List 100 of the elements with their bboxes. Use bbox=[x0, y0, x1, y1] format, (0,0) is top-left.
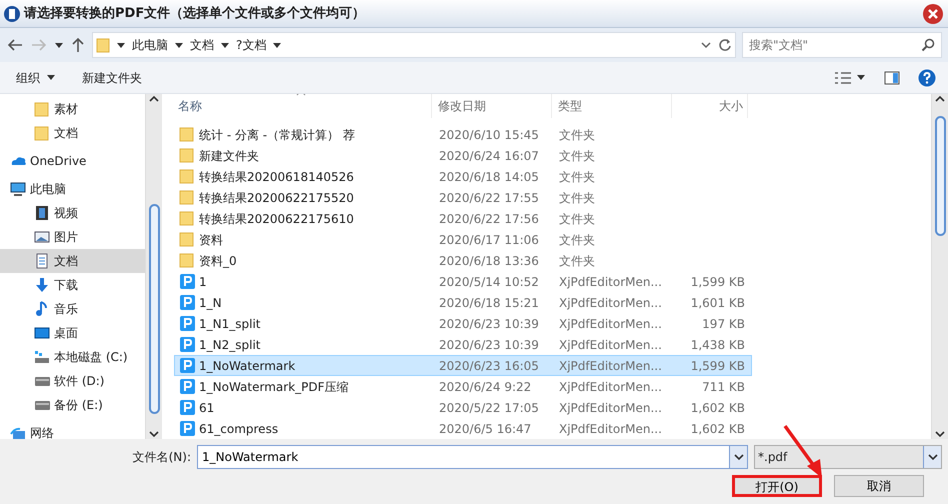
file-row[interactable]: 61_compress 2020/6/5 16:47 XjPdfEditorMen... 1,602 KB bbox=[174, 418, 752, 439]
file-row[interactable]: 转换结果20200622175520 2020/6/22 17:55 文件夹 bbox=[174, 187, 752, 208]
chevron-down-icon[interactable] bbox=[700, 40, 712, 50]
nav-item[interactable]: 软件 (D:) bbox=[0, 369, 145, 393]
folder-icon bbox=[179, 168, 196, 185]
nav-item[interactable]: 网络 bbox=[0, 421, 145, 439]
file-type: 文件夹 bbox=[558, 190, 596, 206]
chevron-up-icon bbox=[935, 94, 945, 104]
file-type-dropdown[interactable]: *.pdf bbox=[754, 445, 942, 469]
nav-item[interactable]: 文档 bbox=[0, 249, 145, 273]
drive-icon bbox=[34, 348, 51, 366]
file-row[interactable]: 资料_0 2020/6/18 13:36 文件夹 bbox=[174, 250, 752, 271]
nav-item[interactable]: 下载 bbox=[0, 273, 145, 297]
modified-date: 2020/6/24 9:22 bbox=[438, 378, 532, 396]
caret-icon[interactable] bbox=[220, 40, 230, 50]
column-header[interactable]: 类型 bbox=[552, 94, 672, 118]
caret-icon[interactable] bbox=[174, 40, 184, 50]
nav-item[interactable]: 图片 bbox=[0, 225, 145, 249]
details-view-icon[interactable] bbox=[834, 70, 852, 84]
nav-item[interactable]: 视频 bbox=[0, 201, 145, 225]
scroll-bar[interactable] bbox=[931, 94, 948, 439]
file-row[interactable]: 1_N1_split 2020/6/23 10:39 XjPdfEditorMen... 197 KB bbox=[174, 313, 752, 334]
file-name: 1_N bbox=[199, 294, 222, 312]
folder-icon bbox=[34, 100, 51, 118]
nav-item[interactable]: 桌面 bbox=[0, 321, 145, 345]
path-segment[interactable]: 此电脑 bbox=[132, 36, 168, 54]
modified-date: 2020/6/17 11:06 bbox=[438, 232, 540, 248]
column-header[interactable]: 大小 bbox=[672, 94, 748, 118]
pdf-file-icon bbox=[179, 336, 196, 353]
help-icon[interactable] bbox=[918, 68, 936, 86]
pdf-file-icon bbox=[179, 378, 196, 395]
file-row[interactable]: 转换结果20200622175610 2020/6/22 17:56 文件夹 bbox=[174, 208, 752, 229]
scroll-bar[interactable] bbox=[145, 94, 162, 439]
file-size: 1,601 KB bbox=[690, 296, 745, 310]
file-type: XjPdfEditorMen... bbox=[558, 400, 663, 416]
file-type: XjPdfEditorMen... bbox=[558, 274, 663, 290]
modified-date: 2020/6/24 16:07 bbox=[438, 148, 540, 164]
caret-icon[interactable] bbox=[272, 40, 282, 50]
file-row[interactable]: 新建文件夹 2020/6/24 16:07 文件夹 bbox=[174, 145, 752, 166]
search-icon bbox=[921, 38, 935, 52]
address-bar[interactable]: 此电脑 文档 ?文档 bbox=[92, 32, 736, 58]
nav-item[interactable]: 素材 bbox=[0, 97, 145, 121]
file-name: 1_NoWatermark bbox=[199, 358, 296, 374]
organize-menu[interactable]: 组织 bbox=[12, 66, 60, 88]
file-type: XjPdfEditorMen... bbox=[558, 420, 663, 438]
search-box[interactable]: 搜索"文档" bbox=[742, 32, 942, 58]
open-button[interactable]: 打开(O) bbox=[732, 475, 822, 497]
file-row[interactable]: 1_NoWatermark_PDF压缩 2020/6/24 9:22 XjPdfEditorMen... 711 KB bbox=[174, 376, 752, 397]
up-arrow-icon[interactable] bbox=[70, 37, 86, 53]
nav-item[interactable]: 此电脑 bbox=[0, 177, 145, 201]
window-title: 请选择要转换的PDF文件（选择单个文件或多个文件均可） bbox=[24, 4, 366, 23]
modified-date: 2020/6/23 10:39 bbox=[438, 336, 540, 354]
folder-icon bbox=[179, 252, 196, 269]
scroll-thumb[interactable] bbox=[148, 204, 160, 414]
file-type: XjPdfEditorMen... bbox=[558, 358, 663, 374]
column-header[interactable]: 修改日期 bbox=[432, 94, 552, 118]
scroll-thumb[interactable] bbox=[934, 116, 946, 236]
pdf-file-icon bbox=[179, 294, 196, 311]
nav-item[interactable]: 文档 bbox=[0, 121, 145, 145]
nav-item[interactable]: 音乐 bbox=[0, 297, 145, 321]
file-row[interactable]: 转换结果20200618140526 2020/6/18 14:05 文件夹 bbox=[174, 166, 752, 187]
file-size: 1,599 KB bbox=[690, 274, 745, 288]
preview-pane-icon[interactable] bbox=[884, 70, 900, 84]
pdf-file-icon bbox=[179, 357, 196, 374]
file-row[interactable]: 1_NoWatermark 2020/6/23 16:05 XjPdfEditorMen... 1,599 KB bbox=[174, 355, 752, 376]
download-arrow-icon bbox=[34, 276, 51, 294]
modified-date: 2020/6/23 10:39 bbox=[438, 316, 540, 332]
file-name: 1_N1_split bbox=[199, 316, 260, 332]
path-segment[interactable]: ?文档 bbox=[236, 36, 266, 54]
file-name: 转换结果20200622175610 bbox=[199, 210, 354, 228]
caret-icon[interactable] bbox=[856, 73, 866, 82]
file-row[interactable]: 统计 - 分离 -（常规计算） 荐 2020/6/10 15:45 文件夹 bbox=[174, 124, 752, 145]
modified-date: 2020/6/22 17:55 bbox=[438, 190, 540, 206]
app-document-icon bbox=[3, 4, 21, 22]
file-size: 1,602 KB bbox=[690, 422, 745, 436]
toolbar-button[interactable]: 新建文件夹 bbox=[78, 66, 146, 88]
caret-icon[interactable] bbox=[116, 40, 126, 50]
nav-item[interactable]: OneDrive bbox=[0, 149, 145, 173]
pdf-file-icon bbox=[179, 273, 196, 290]
file-row[interactable]: 61 2020/5/22 17:05 XjPdfEditorMen... 1,602 KB bbox=[174, 397, 752, 418]
cancel-button[interactable]: 取消 bbox=[834, 475, 924, 497]
file-row[interactable]: 资料 2020/6/17 11:06 文件夹 bbox=[174, 229, 752, 250]
file-size: 1,438 KB bbox=[690, 338, 745, 352]
caret-icon[interactable] bbox=[54, 40, 64, 50]
close-button[interactable] bbox=[921, 2, 945, 24]
path-segment[interactable]: 文档 bbox=[190, 36, 214, 54]
refresh-icon[interactable] bbox=[718, 38, 732, 52]
monitor-icon bbox=[10, 180, 27, 198]
file-row[interactable]: 1 2020/5/14 10:52 XjPdfEditorMen... 1,599 KB bbox=[174, 271, 752, 292]
modified-date: 2020/5/22 17:05 bbox=[438, 400, 540, 416]
back-arrow-icon[interactable] bbox=[6, 37, 24, 53]
file-row[interactable]: 1_N 2020/6/18 15:21 XjPdfEditorMen... 1,601 KB bbox=[174, 292, 752, 313]
nav-item[interactable]: 本地磁盘 (C:) bbox=[0, 345, 145, 369]
file-name: 新建文件夹 bbox=[199, 148, 259, 164]
file-name: 1 bbox=[199, 274, 207, 290]
chevron-down-icon bbox=[734, 453, 744, 461]
nav-item[interactable]: 备份 (E:) bbox=[0, 393, 145, 417]
column-header[interactable]: 名称 bbox=[174, 94, 432, 118]
file-row[interactable]: 1_N2_split 2020/6/23 10:39 XjPdfEditorMen... 1,438 KB bbox=[174, 334, 752, 355]
picture-icon bbox=[34, 228, 51, 246]
